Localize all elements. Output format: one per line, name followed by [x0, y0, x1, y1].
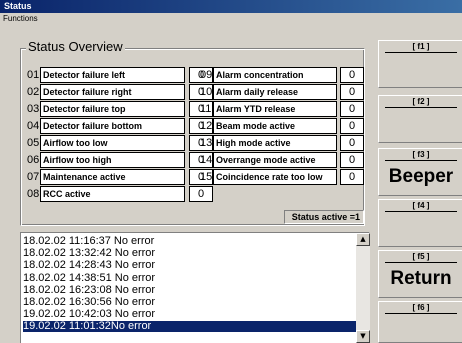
event-log[interactable]: 18.02.02 11:16:37 No error 18.02.02 13:32…: [20, 232, 370, 343]
status-row-03: 03 Detector failure top 0: [27, 101, 213, 117]
status-value: 0: [340, 169, 364, 185]
status-number: 04: [27, 120, 40, 132]
status-row-14: 14 Overrange mode active 0: [200, 152, 364, 168]
status-label: Overrange mode active: [213, 152, 337, 168]
status-number: 09: [200, 69, 213, 81]
status-label: Coincidence rate too low: [213, 169, 337, 185]
status-label: High mode active: [213, 135, 337, 151]
status-row-04: 04 Detector failure bottom 0: [27, 118, 213, 134]
status-row-10: 10 Alarm daily release 0: [200, 84, 364, 100]
status-label: Maintenance active: [40, 169, 185, 185]
status-value: 0: [189, 186, 213, 202]
scroll-up-icon[interactable]: ▲: [356, 233, 370, 246]
function-key-f6[interactable]: [ f6 ]: [378, 301, 462, 343]
function-key-divider: [385, 211, 457, 212]
status-row-02: 02 Detector failure right 0: [27, 84, 213, 100]
status-number: 05: [27, 137, 40, 149]
log-scrollbar[interactable]: ▲ ▼: [356, 233, 370, 343]
status-active-note: Status active =1: [284, 210, 364, 224]
status-number: 10: [200, 86, 213, 98]
status-row-13: 13 High mode active 0: [200, 135, 364, 151]
function-key-name: Beeper: [388, 166, 454, 187]
function-key-f5[interactable]: [ f5 ] Return: [378, 250, 462, 298]
status-label: Detector failure top: [40, 101, 185, 117]
status-value: 0: [340, 101, 364, 117]
status-row-05: 05 Airflow too low 0: [27, 135, 213, 151]
status-value: 0: [340, 67, 364, 83]
status-row-06: 06 Airflow too high 0: [27, 152, 213, 168]
log-entry[interactable]: 18.02.02 11:16:37 No error: [23, 236, 356, 247]
log-entry[interactable]: 18.02.02 14:38:51 No error: [23, 272, 356, 284]
window-title: Status: [0, 0, 462, 13]
status-number: 01: [27, 69, 40, 81]
status-label: Beam mode active: [213, 118, 337, 134]
log-entry[interactable]: 18.02.02 13:32:42 No error: [23, 248, 356, 259]
status-row-12: 12 Beam mode active 0: [200, 118, 364, 134]
status-label: Alarm YTD release: [213, 101, 337, 117]
status-label: Alarm daily release: [213, 84, 337, 100]
status-value: 0: [340, 135, 364, 151]
function-key-name: [379, 110, 462, 138]
status-value: 0: [340, 152, 364, 168]
status-label: Detector failure right: [40, 84, 185, 100]
status-row-07: 07 Maintenance active 0: [27, 169, 213, 185]
menu-functions[interactable]: Functions: [3, 14, 38, 23]
status-overview-title: Status Overview: [26, 39, 125, 54]
status-number: 11: [200, 103, 212, 115]
function-key-divider: [385, 262, 457, 263]
log-entry[interactable]: 18.02.02 16:23:08 No error: [23, 284, 356, 296]
status-label: Detector failure left: [40, 67, 185, 83]
log-entry[interactable]: 18.02.02 14:28:43 No error: [23, 260, 356, 271]
status-number: 12: [200, 120, 213, 132]
function-key-f4[interactable]: [ f4 ]: [378, 199, 462, 247]
status-label: RCC active: [40, 186, 185, 202]
status-label: Airflow too low: [40, 135, 185, 151]
function-key-name: [379, 316, 462, 343]
status-number: 15: [200, 171, 213, 183]
scroll-down-icon[interactable]: ▼: [356, 330, 370, 343]
status-value: 0: [340, 84, 364, 100]
menu-bar: Functions: [0, 13, 462, 25]
function-key-name: Return: [390, 268, 452, 289]
function-key-divider: [385, 313, 457, 314]
status-number: 03: [27, 103, 40, 115]
function-key-f2[interactable]: [ f2 ]: [378, 95, 462, 143]
status-label: Airflow too high: [40, 152, 185, 168]
log-entry[interactable]: 18.02.02 16:30:56 No error: [23, 297, 356, 308]
status-number: 13: [200, 137, 213, 149]
status-row-01: 01 Detector failure left 0: [27, 67, 213, 83]
function-key-divider: [385, 160, 457, 161]
log-entry[interactable]: 19.02.02 11:01:32No error: [23, 321, 356, 333]
function-key-divider: [385, 107, 457, 108]
function-key-f1[interactable]: [ f1 ]: [378, 40, 462, 88]
function-key-f3[interactable]: [ f3 ] Beeper: [378, 148, 462, 196]
log-entry[interactable]: 19.02.02 10:42:03 No error: [23, 309, 356, 320]
status-row-11: 11 Alarm YTD release 0: [200, 101, 364, 117]
status-number: 02: [27, 86, 40, 98]
function-key-divider: [385, 52, 457, 53]
status-label: Detector failure bottom: [40, 118, 185, 134]
function-key-name: [379, 214, 462, 242]
status-number: 06: [27, 154, 40, 166]
status-row-09: 09 Alarm concentration 0: [200, 67, 364, 83]
status-number: 08: [27, 188, 40, 200]
status-number: 07: [27, 171, 40, 183]
status-row-15: 15 Coincidence rate too low 0: [200, 169, 364, 185]
function-key-name: [379, 55, 462, 83]
status-number: 14: [200, 154, 213, 166]
status-value: 0: [340, 118, 364, 134]
status-label: Alarm concentration: [213, 67, 337, 83]
status-row-08: 08 RCC active 0: [27, 186, 213, 202]
